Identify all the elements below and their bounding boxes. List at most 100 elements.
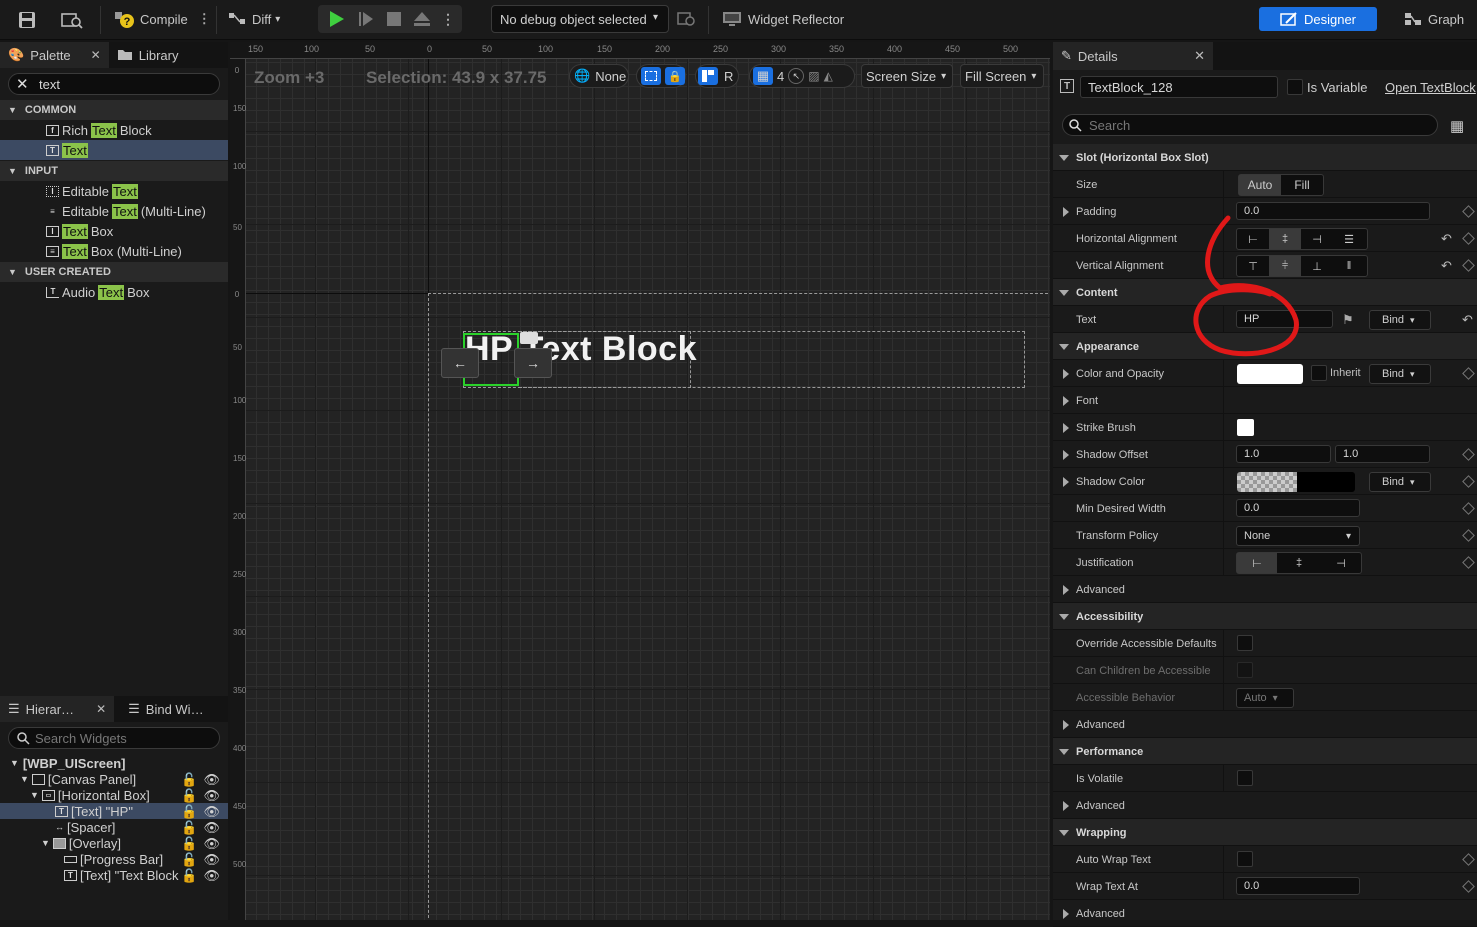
align-top-icon[interactable]: ⊤ — [1237, 256, 1269, 276]
anchor-handle[interactable] — [520, 332, 538, 344]
tab-bind-widgets[interactable]: ☰ Bind Wi… — [120, 696, 211, 722]
eject-icon[interactable] — [410, 8, 434, 30]
r-label[interactable]: R — [724, 69, 733, 84]
justify-right-icon[interactable]: ⊣ — [1321, 553, 1361, 573]
stop-icon[interactable] — [382, 8, 406, 30]
expand-arrow-icon[interactable] — [1063, 477, 1069, 487]
unlock-icon[interactable]: 🔓 — [181, 788, 197, 804]
is-volatile-checkbox[interactable] — [1237, 770, 1253, 786]
bind-dropdown[interactable]: Bind ▾ — [1369, 364, 1431, 384]
eye-icon[interactable]: 👁 — [203, 868, 220, 884]
unlock-icon[interactable]: 🔓 — [181, 804, 197, 820]
auto-wrap-checkbox[interactable] — [1237, 851, 1253, 867]
palette-item-editable-text[interactable]: I Editable Text — [0, 181, 228, 201]
tree-item-selected[interactable]: T [Text] "HP" 🔓 👁 — [0, 803, 228, 819]
play-options-icon[interactable]: ⋮ — [440, 8, 456, 30]
eye-icon[interactable]: 👁 — [203, 820, 220, 836]
designer-canvas[interactable]: 150 100 50 0 50 100 150 200 250 300 350 … — [230, 42, 1050, 920]
reset-diamond-icon[interactable] — [1462, 502, 1475, 515]
cursor-icon[interactable]: ↖ — [788, 68, 805, 84]
reset-diamond-icon[interactable] — [1462, 475, 1475, 488]
tree-item[interactable]: ▼ ▭ [Horizontal Box] 🔓 👁 — [0, 787, 228, 804]
tree-item[interactable]: ↔ [Spacer] 🔓 👁 — [0, 819, 228, 836]
is-variable-checkbox[interactable] — [1287, 79, 1303, 95]
align-left-icon[interactable]: ⊢ — [1237, 229, 1269, 249]
play-icon[interactable] — [324, 8, 348, 30]
grid-snap-value[interactable]: 4 — [777, 69, 784, 84]
reset-icon[interactable]: ↶ — [1441, 231, 1452, 247]
open-textblock-link[interactable]: Open TextBlock — [1385, 80, 1476, 95]
align-vfill-icon[interactable]: ‖ — [1333, 256, 1365, 276]
expand-arrow-icon[interactable] — [1063, 369, 1069, 379]
reset-diamond-icon[interactable] — [1462, 205, 1475, 218]
unlock-icon[interactable]: 🔓 — [181, 836, 197, 852]
align-bottom-icon[interactable]: ⊥ — [1301, 256, 1333, 276]
localization-preview[interactable]: 🌐 None — [569, 64, 629, 88]
expand-arrow-icon[interactable] — [1063, 423, 1069, 433]
tab-details[interactable]: ✎ Details ✕ — [1053, 42, 1213, 70]
align-middle-icon[interactable]: ⫩ — [1269, 256, 1301, 276]
mirror-icon[interactable]: ◭ — [824, 69, 833, 83]
designer-mode-button[interactable]: Designer — [1259, 7, 1377, 31]
image-icon[interactable]: ▨ — [808, 69, 819, 83]
expand-arrow-icon[interactable] — [1063, 720, 1069, 730]
tab-palette[interactable]: 🎨 Palette ✕ — [0, 42, 109, 68]
close-icon[interactable]: ✕ — [96, 702, 106, 716]
category-user-created[interactable]: ▼ USER CREATED — [0, 262, 228, 282]
save-icon[interactable] — [16, 9, 38, 31]
shadow-color-swatch[interactable] — [1237, 472, 1355, 492]
screen-size-dropdown[interactable]: Screen Size ▾ — [861, 64, 953, 88]
align-right-icon[interactable]: ⊣ — [1301, 229, 1333, 249]
reset-diamond-icon[interactable] — [1462, 232, 1475, 245]
section-wrapping[interactable]: Wrapping — [1053, 819, 1477, 846]
padding-input[interactable]: 0.0 — [1236, 202, 1430, 220]
compile-options-icon[interactable]: ⋮ — [198, 11, 211, 27]
widget-search-input[interactable]: Search Widgets — [8, 727, 220, 749]
eye-icon[interactable]: 👁 — [203, 836, 220, 852]
size-fill-option[interactable]: Fill — [1281, 175, 1323, 195]
clear-search-icon[interactable]: ✕ — [16, 75, 29, 93]
unlock-icon[interactable]: 🔓 — [181, 820, 197, 836]
eye-icon[interactable]: 👁 — [203, 852, 220, 868]
eye-icon[interactable]: 👁 — [203, 772, 220, 788]
expand-arrow-icon[interactable] — [1063, 801, 1069, 811]
reset-diamond-icon[interactable] — [1462, 880, 1475, 893]
reset-icon[interactable]: ↶ — [1441, 258, 1452, 274]
dashed-outline-icon[interactable] — [641, 67, 661, 85]
shadow-offset-y-input[interactable]: 1.0 — [1335, 445, 1430, 463]
section-content[interactable]: Content — [1053, 279, 1477, 306]
reset-diamond-icon[interactable] — [1462, 853, 1475, 866]
close-icon[interactable]: ✕ — [91, 48, 101, 62]
eye-icon[interactable]: 👁 — [203, 804, 220, 820]
section-accessibility[interactable]: Accessibility — [1053, 603, 1477, 630]
min-width-input[interactable]: 0.0 — [1236, 499, 1360, 517]
compile-button[interactable]: ? Compile ⋮ — [114, 6, 211, 32]
section-slot[interactable]: Slot (Horizontal Box Slot) — [1053, 144, 1477, 171]
tree-item[interactable]: ▼ [Canvas Panel] 🔓 👁 — [0, 771, 228, 788]
move-right-button[interactable]: → — [514, 348, 552, 378]
unlock-icon[interactable]: 🔓 — [181, 868, 197, 884]
justify-center-icon[interactable]: ‡ — [1277, 553, 1321, 573]
palette-search-input[interactable]: ✕ text — [8, 73, 220, 95]
widget-reflector-button[interactable]: Widget Reflector — [722, 6, 844, 32]
widget-name-input[interactable]: TextBlock_128 — [1080, 76, 1278, 98]
override-accessible-checkbox[interactable] — [1237, 635, 1253, 651]
layout-icon[interactable] — [698, 67, 718, 85]
expand-arrow-icon[interactable] — [1063, 207, 1069, 217]
wrap-at-input[interactable]: 0.0 — [1236, 877, 1360, 895]
reset-diamond-icon[interactable] — [1462, 556, 1475, 569]
align-fill-icon[interactable]: ☰ — [1333, 229, 1365, 249]
tab-hierarchy[interactable]: ☰ Hierar… ✕ — [0, 696, 115, 722]
grid-icon[interactable]: ▦ — [753, 67, 773, 85]
category-input[interactable]: ▼ INPUT — [0, 161, 228, 181]
prop-advanced[interactable]: Advanced — [1053, 792, 1477, 819]
prop-advanced[interactable]: Advanced — [1053, 900, 1477, 927]
palette-item-rich-text-block[interactable]: f Rich Text Block — [0, 120, 228, 140]
prop-advanced[interactable]: Advanced — [1053, 711, 1477, 738]
lock-icon[interactable]: 🔒 — [665, 67, 685, 85]
palette-item-audio-text-box[interactable]: T Audio Text Box — [0, 282, 228, 302]
prop-advanced[interactable]: Advanced — [1053, 576, 1477, 603]
details-search-input[interactable]: Search — [1062, 114, 1438, 136]
eye-icon[interactable]: 👁 — [203, 788, 220, 804]
reset-diamond-icon[interactable] — [1462, 259, 1475, 272]
